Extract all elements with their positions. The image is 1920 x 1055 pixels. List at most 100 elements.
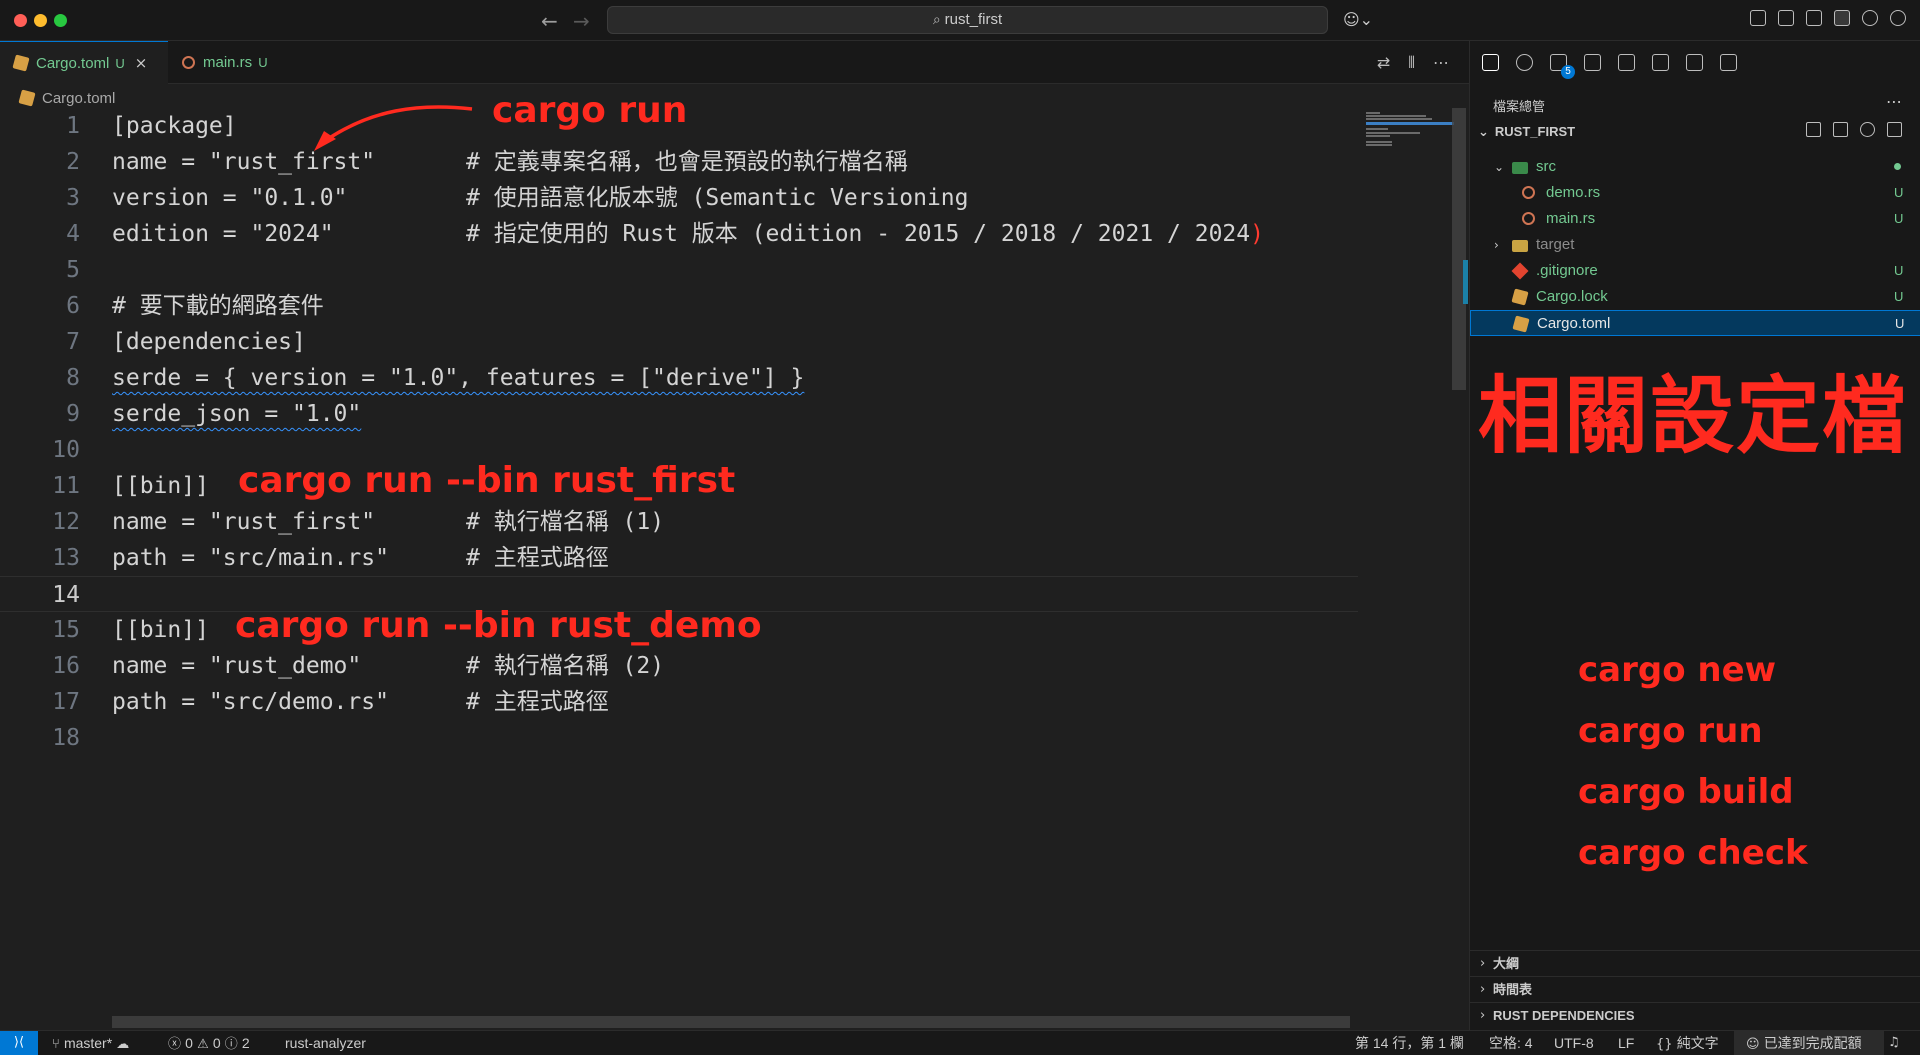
annotation-cargo-new: cargo new — [1578, 650, 1777, 690]
horizontal-scrollbar[interactable] — [112, 1016, 1350, 1028]
close-icon[interactable]: × — [135, 54, 148, 72]
tree-item-demo-rs[interactable]: demo.rs U — [1470, 180, 1920, 206]
scm-badge: 5 — [1561, 65, 1575, 79]
more-actions-icon[interactable]: ⋯ — [1433, 53, 1449, 73]
code-line[interactable]: 13 path = "src/main.rs" # 主程式路徑 — [0, 540, 1360, 576]
new-folder-icon[interactable] — [1833, 122, 1848, 137]
line-number: 6 — [66, 293, 80, 319]
tree-item-cargo-toml[interactable]: Cargo.toml U — [1470, 310, 1920, 336]
toggle-primary-sidebar-icon[interactable] — [1778, 10, 1794, 26]
encoding[interactable]: UTF-8 — [1554, 1031, 1594, 1055]
forward-arrow-icon[interactable]: → — [573, 9, 590, 33]
remote-explorer-icon[interactable] — [1652, 54, 1669, 71]
minimap[interactable] — [1358, 108, 1455, 1030]
tree-item-main-rs[interactable]: main.rs U — [1470, 206, 1920, 232]
tab-main-rs[interactable]: main.rs U — [168, 41, 312, 84]
code-text: path = "src/demo.rs" — [112, 689, 389, 715]
tree-item-src[interactable]: ⌄ src — [1470, 154, 1920, 180]
language-label: 純文字 — [1676, 1035, 1719, 1051]
tab-git-status: U — [115, 55, 125, 71]
activity-bar: 5 — [1469, 41, 1920, 84]
account-icon[interactable] — [1862, 10, 1878, 26]
code-line[interactable]: 17 path = "src/demo.rs" # 主程式路徑 — [0, 684, 1360, 720]
code-text: path = "src/main.rs" — [112, 545, 389, 571]
code-line[interactable]: 12 name = "rust_first" # 執行檔名稱 (1) — [0, 504, 1360, 540]
containers-icon[interactable] — [1686, 54, 1703, 71]
rust-file-icon — [1522, 186, 1535, 199]
run-debug-icon[interactable] — [1584, 54, 1601, 71]
code-line[interactable]: 8 serde = { version = "1.0", features = … — [0, 360, 1360, 396]
title-bar: ← → ⌕ rust_first ☺⌄ — [0, 0, 1920, 41]
split-editor-icon[interactable]: ⫴ — [1408, 53, 1415, 73]
open-changes-icon[interactable]: ⇄ — [1377, 53, 1390, 73]
code-line[interactable]: 6 # 要下載的網路套件 — [0, 288, 1360, 324]
code-line[interactable]: 9 serde_json = "1.0" — [0, 396, 1360, 432]
section-timeline[interactable]: › 時間表 — [1470, 976, 1920, 1002]
cargo-file-icon — [12, 54, 30, 72]
code-comment: # 主程式路徑 — [466, 545, 609, 571]
line-number: 9 — [66, 401, 80, 427]
code-text: name = "rust_first" — [112, 509, 376, 535]
git-status: U — [1894, 185, 1904, 200]
breadcrumb[interactable]: Cargo.toml — [18, 88, 115, 108]
line-number: 11 — [52, 473, 80, 499]
copilot-status[interactable]: ☺ 已達到完成配額 — [1734, 1031, 1884, 1055]
line-number: 13 — [52, 545, 80, 571]
tree-item-label: Cargo.lock — [1536, 288, 1608, 305]
chat-icon[interactable] — [1720, 54, 1737, 71]
vertical-scrollbar[interactable] — [1452, 108, 1466, 390]
tree-item-target[interactable]: › target — [1470, 232, 1920, 258]
code-line[interactable]: 16 name = "rust_demo" # 執行檔名稱 (2) — [0, 648, 1360, 684]
line-number: 1 — [66, 113, 80, 139]
workspace-root[interactable]: ⌄ RUST_FIRST — [1478, 124, 1575, 140]
minimap-line — [1366, 115, 1426, 117]
code-text: serde = { version = "1.0", features = ["… — [112, 365, 805, 391]
info-count: 2 — [241, 1035, 250, 1051]
cursor-position[interactable]: 第 14 行，第 1 欄 — [1355, 1031, 1464, 1055]
tree-item-gitignore[interactable]: .gitignore U — [1470, 258, 1920, 284]
breadcrumb-file[interactable]: Cargo.toml — [42, 90, 115, 107]
code-line[interactable]: 5 — [0, 252, 1360, 288]
tab-cargo-toml[interactable]: Cargo.toml U × — [0, 41, 168, 84]
back-arrow-icon[interactable]: ← — [541, 9, 558, 33]
refresh-icon[interactable] — [1860, 122, 1875, 137]
explorer-icon[interactable] — [1482, 54, 1499, 71]
zoom-window-button[interactable] — [54, 14, 67, 27]
line-number: 2 — [66, 149, 80, 175]
branch-indicator[interactable]: ⑂ master* ☁ — [52, 1031, 129, 1055]
scroll-position-marker — [1463, 260, 1468, 304]
indentation[interactable]: 空格: 4 — [1489, 1031, 1533, 1055]
end-of-line[interactable]: LF — [1618, 1031, 1634, 1055]
section-outline[interactable]: › 大綱 — [1470, 950, 1920, 976]
problems-indicator[interactable]: ⓧ 0 ⚠ 0 ⓘ 2 — [168, 1031, 250, 1055]
search-icon[interactable] — [1516, 54, 1533, 71]
notifications-bell-icon[interactable]: ♫ — [1888, 1031, 1900, 1055]
code-line[interactable]: 3 version = "0.1.0" # 使用語意化版本號 (Semantic… — [0, 180, 1360, 216]
toggle-secondary-sidebar-icon[interactable] — [1834, 10, 1850, 26]
code-line[interactable]: 4 edition = "2024" # 指定使用的 Rust 版本 (edit… — [0, 216, 1360, 252]
chevron-down-icon: ⌄ — [1494, 160, 1505, 174]
code-line[interactable]: 7 [dependencies] — [0, 324, 1360, 360]
customize-layout-icon[interactable] — [1750, 10, 1766, 26]
new-file-icon[interactable] — [1806, 122, 1821, 137]
minimize-window-button[interactable] — [34, 14, 47, 27]
code-editor[interactable]: 1 [package] 2 name = "rust_first" # 定義專案… — [0, 108, 1455, 1030]
tree-item-cargo-lock[interactable]: Cargo.lock U — [1470, 284, 1920, 310]
toggle-panel-icon[interactable] — [1806, 10, 1822, 26]
rust-analyzer-status[interactable]: rust-analyzer — [285, 1031, 366, 1055]
code-line[interactable]: 2 name = "rust_first" # 定義專案名稱，也會是預設的執行檔… — [0, 144, 1360, 180]
settings-gear-icon[interactable] — [1890, 10, 1906, 26]
command-center-search[interactable]: ⌕ rust_first — [607, 6, 1328, 34]
source-control-icon[interactable]: 5 — [1550, 54, 1575, 79]
annotation-arrow — [314, 105, 473, 151]
section-rust-dependencies[interactable]: › RUST DEPENDENCIES — [1470, 1002, 1920, 1028]
more-icon[interactable]: ⋯ — [1886, 92, 1902, 111]
remote-indicator[interactable]: ⟩⟨ — [0, 1031, 38, 1055]
language-mode[interactable]: {} 純文字 — [1656, 1031, 1719, 1055]
collapse-all-icon[interactable] — [1887, 122, 1902, 137]
code-text: edition = "2024" — [112, 221, 334, 247]
extensions-icon[interactable] — [1618, 54, 1635, 71]
close-window-button[interactable] — [14, 14, 27, 27]
copilot-icon[interactable]: ☺⌄ — [1343, 10, 1373, 29]
code-line[interactable]: 18 — [0, 720, 1360, 756]
